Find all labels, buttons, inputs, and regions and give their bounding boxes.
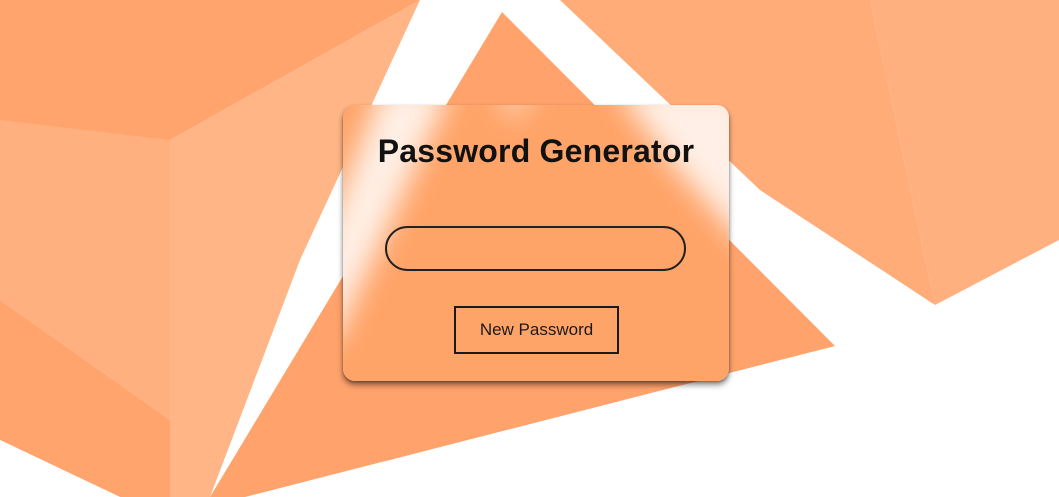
page-title: Password Generator	[377, 133, 695, 169]
password-output-field[interactable]	[385, 226, 686, 271]
page-background: Password Generator New Password	[0, 0, 1059, 497]
generator-card: Password Generator New Password	[343, 105, 729, 381]
new-password-button[interactable]: New Password	[454, 306, 619, 354]
